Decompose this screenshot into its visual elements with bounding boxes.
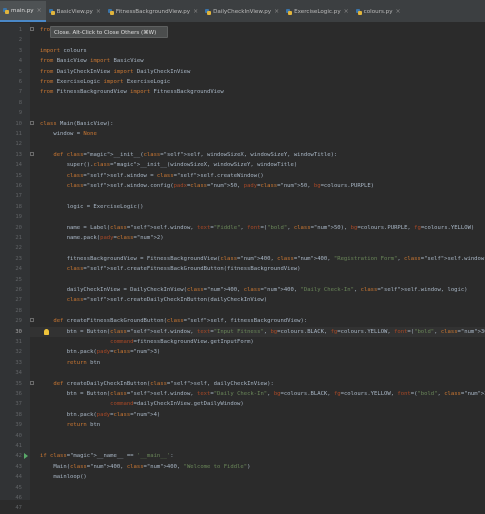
python-file-icon <box>107 8 114 15</box>
code-line[interactable]: Main(class="num">400, class="num">400, "… <box>40 462 250 472</box>
tab-dailycheckinview-py[interactable]: DailyCheckInView.py × <box>202 1 283 22</box>
code-line[interactable]: dailyCheckInView = DailyCheckInView(clas… <box>40 285 468 295</box>
code-line[interactable]: window = None <box>40 129 96 139</box>
code-line[interactable]: def createDailyCheckInButton(class="self… <box>40 379 273 389</box>
code-line[interactable]: return btn <box>40 358 100 368</box>
code-line[interactable]: def class="magic">__init__(class="self">… <box>40 150 337 160</box>
close-icon[interactable]: × <box>96 8 101 15</box>
fold-icon[interactable] <box>30 380 34 385</box>
code-line[interactable]: btn.pack(pady=class="num">4) <box>40 410 161 420</box>
code-line[interactable]: name.pack(pady=class="num">2) <box>40 233 164 243</box>
fold-icon[interactable] <box>30 318 34 323</box>
close-icon[interactable]: × <box>344 8 349 15</box>
code-line[interactable]: from FitnessBackgroundView import Fitnes… <box>40 87 224 97</box>
fold-icon[interactable] <box>30 151 34 156</box>
code-line[interactable]: class="self">self.createFitnessBackGroun… <box>40 264 301 274</box>
python-file-icon <box>205 8 212 15</box>
line-number: 47 <box>15 505 22 512</box>
tab-label: BasicView.py <box>56 8 93 15</box>
intention-bulb-icon <box>44 328 49 335</box>
python-file-icon <box>286 8 293 15</box>
code-line[interactable]: from ExerciseLogic import ExerciseLogic <box>40 77 170 87</box>
code-line[interactable]: class Main(BasicView): <box>40 119 113 129</box>
code-line[interactable]: import colours <box>40 46 87 56</box>
code-line[interactable]: if class="magic">__name__ == '__main__': <box>40 451 174 461</box>
tab-main-py[interactable]: main.py × <box>0 1 46 22</box>
close-icon[interactable]: × <box>274 8 279 15</box>
tab-fitnessbackgroundview-py[interactable]: FitnessBackgroundView.py × <box>105 1 202 22</box>
python-file-icon <box>48 8 55 15</box>
tab-basicview-py[interactable]: BasicView.py × <box>46 1 105 22</box>
code-line[interactable]: def createFitnessBackGroundButton(class=… <box>40 316 307 326</box>
run-icon[interactable] <box>24 453 28 460</box>
code-line[interactable]: from BasicView import BasicView <box>40 56 144 66</box>
code-line[interactable]: return btn <box>40 420 100 430</box>
close-icon[interactable]: × <box>396 8 401 15</box>
code-editor[interactable]: from tkinter import *import coloursfrom … <box>0 23 485 500</box>
code-line[interactable]: btn = Button(class="self">self.window, t… <box>40 327 485 337</box>
python-file-icon <box>355 8 362 15</box>
code-line[interactable]: command=dailyCheckInView.getDailyWindow) <box>40 399 244 409</box>
code-line[interactable]: btn = Button(class="self">self.window, t… <box>40 389 485 399</box>
code-line[interactable]: command=fitnessBackgroundView.getInputFo… <box>40 337 254 347</box>
editor-tab-bar: main.py × BasicView.py × FitnessBackgroundVi… <box>0 0 485 23</box>
fold-icon[interactable] <box>30 120 34 125</box>
tab-exerciselogic-py[interactable]: ExerciseLogic.py × <box>283 1 353 22</box>
code-line[interactable]: from DailyCheckInView import DailyCheckI… <box>40 67 190 77</box>
tab-label: colours.py <box>363 8 393 15</box>
code-line[interactable]: class="self">self.window.config(padx=cla… <box>40 181 374 191</box>
tab-label: DailyCheckInView.py <box>213 8 272 15</box>
close-icon[interactable]: × <box>193 8 198 15</box>
code-line[interactable]: btn.pack(pady=class="num">3) <box>40 347 161 357</box>
code-line[interactable]: logic = ExerciseLogic() <box>40 202 144 212</box>
tab-label: ExerciseLogic.py <box>294 8 341 15</box>
code-line[interactable]: class="self">self.window = class="self">… <box>40 171 264 181</box>
code-line[interactable]: mainloop() <box>40 472 86 482</box>
fold-icon[interactable] <box>30 27 34 31</box>
python-file-icon <box>3 7 9 14</box>
code-line[interactable]: fitnessBackgroundView = FitnessBackgroun… <box>40 254 485 264</box>
tab-label: main.py <box>11 7 34 14</box>
code-line[interactable]: name = Label(class="self">self.window, t… <box>40 223 475 233</box>
tab-colours-py[interactable]: colours.py × <box>353 1 405 22</box>
close-tab-tooltip: Close. Alt-Click to Close Others (⌘W) <box>50 26 168 38</box>
code-line[interactable]: class="self">self.createDailyCheckInButt… <box>40 295 267 305</box>
code-line[interactable]: super().class="magic">__init__(windowSiz… <box>40 160 297 170</box>
tab-label: FitnessBackgroundView.py <box>115 8 191 15</box>
close-icon[interactable]: × <box>37 7 42 14</box>
